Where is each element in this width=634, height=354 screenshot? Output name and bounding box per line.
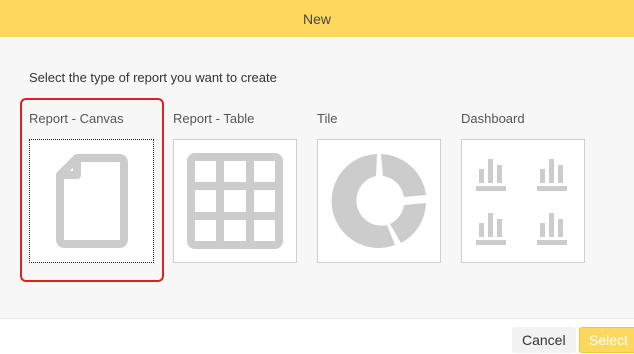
table-grid-icon: [187, 153, 283, 249]
dialog-body: Select the type of report you want to cr…: [0, 37, 634, 318]
cancel-button[interactable]: Cancel: [512, 327, 576, 353]
dialog-title: New: [302, 10, 331, 27]
option-label-tile: Tile: [317, 111, 338, 126]
option-label-report-table: Report - Table: [173, 111, 255, 126]
document-icon: [55, 154, 128, 248]
dialog-title-bar: New: [0, 0, 634, 37]
thumb-dashboard[interactable]: [461, 139, 585, 263]
thumb-report-table[interactable]: [173, 139, 297, 263]
option-label-report-canvas: Report - Canvas: [29, 111, 124, 126]
option-label-dashboard: Dashboard: [461, 111, 525, 126]
thumb-report-canvas[interactable]: [29, 139, 154, 263]
thumb-tile[interactable]: [317, 139, 441, 263]
dashboard-bars-icon: [476, 159, 567, 245]
dialog-footer: Cancel Select: [0, 318, 634, 354]
donut-chart-icon: [331, 154, 426, 248]
new-report-dialog: New Select the type of report you want t…: [0, 0, 634, 354]
dialog-prompt: Select the type of report you want to cr…: [29, 70, 277, 85]
select-button[interactable]: Select: [579, 327, 634, 353]
